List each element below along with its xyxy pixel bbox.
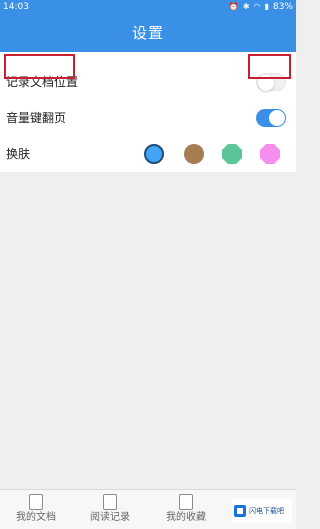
setting-volume-page: 音量键翻页	[0, 100, 296, 136]
watermark-text: 闪电下载吧	[249, 507, 284, 515]
book-icon	[103, 494, 117, 510]
nav-reading-history[interactable]: 阅读记录	[82, 494, 138, 528]
favorite-document-icon	[179, 494, 193, 510]
skin-swatch-brown[interactable]	[184, 144, 204, 164]
highlight-box-volume-toggle	[248, 54, 291, 79]
wifi-icon: ◠	[253, 2, 261, 11]
nav-my-documents[interactable]: 我的文档	[8, 494, 64, 528]
battery-level: 83%	[272, 2, 293, 12]
status-bar: 14:03 ⏰ ✱ ◠ ▮ 83%	[0, 0, 296, 14]
nav-my-favorites-label: 我的收藏	[166, 512, 206, 523]
highlight-box-volume-label	[4, 54, 75, 79]
alarm-icon: ⏰	[228, 2, 239, 11]
watermark-logo-icon	[234, 505, 246, 517]
status-icons: ⏰ ✱ ◠ ▮ 83%	[229, 0, 293, 14]
signal-icon: ▮	[264, 2, 269, 11]
bluetooth-icon: ✱	[242, 2, 250, 11]
nav-my-documents-label: 我的文档	[16, 512, 56, 523]
pdf-document-icon	[29, 494, 43, 510]
watermark: 闪电下载吧	[232, 499, 292, 523]
skin-swatch-blue[interactable]	[144, 144, 164, 164]
nav-reading-history-label: 阅读记录	[90, 512, 130, 523]
page-title: 设置	[131, 24, 164, 42]
toggle-knob	[269, 110, 285, 126]
skin-swatch-pink[interactable]	[260, 144, 280, 164]
setting-skin-label: 换肤	[6, 147, 31, 161]
setting-volume-page-label: 音量键翻页	[6, 111, 67, 125]
nav-my-favorites[interactable]: 我的收藏	[158, 494, 214, 528]
volume-page-toggle[interactable]	[256, 109, 286, 127]
status-time: 14:03	[3, 2, 29, 12]
app-header: 设置	[0, 14, 296, 52]
skin-swatch-green[interactable]	[222, 144, 242, 164]
setting-skin: 换肤	[0, 136, 296, 172]
